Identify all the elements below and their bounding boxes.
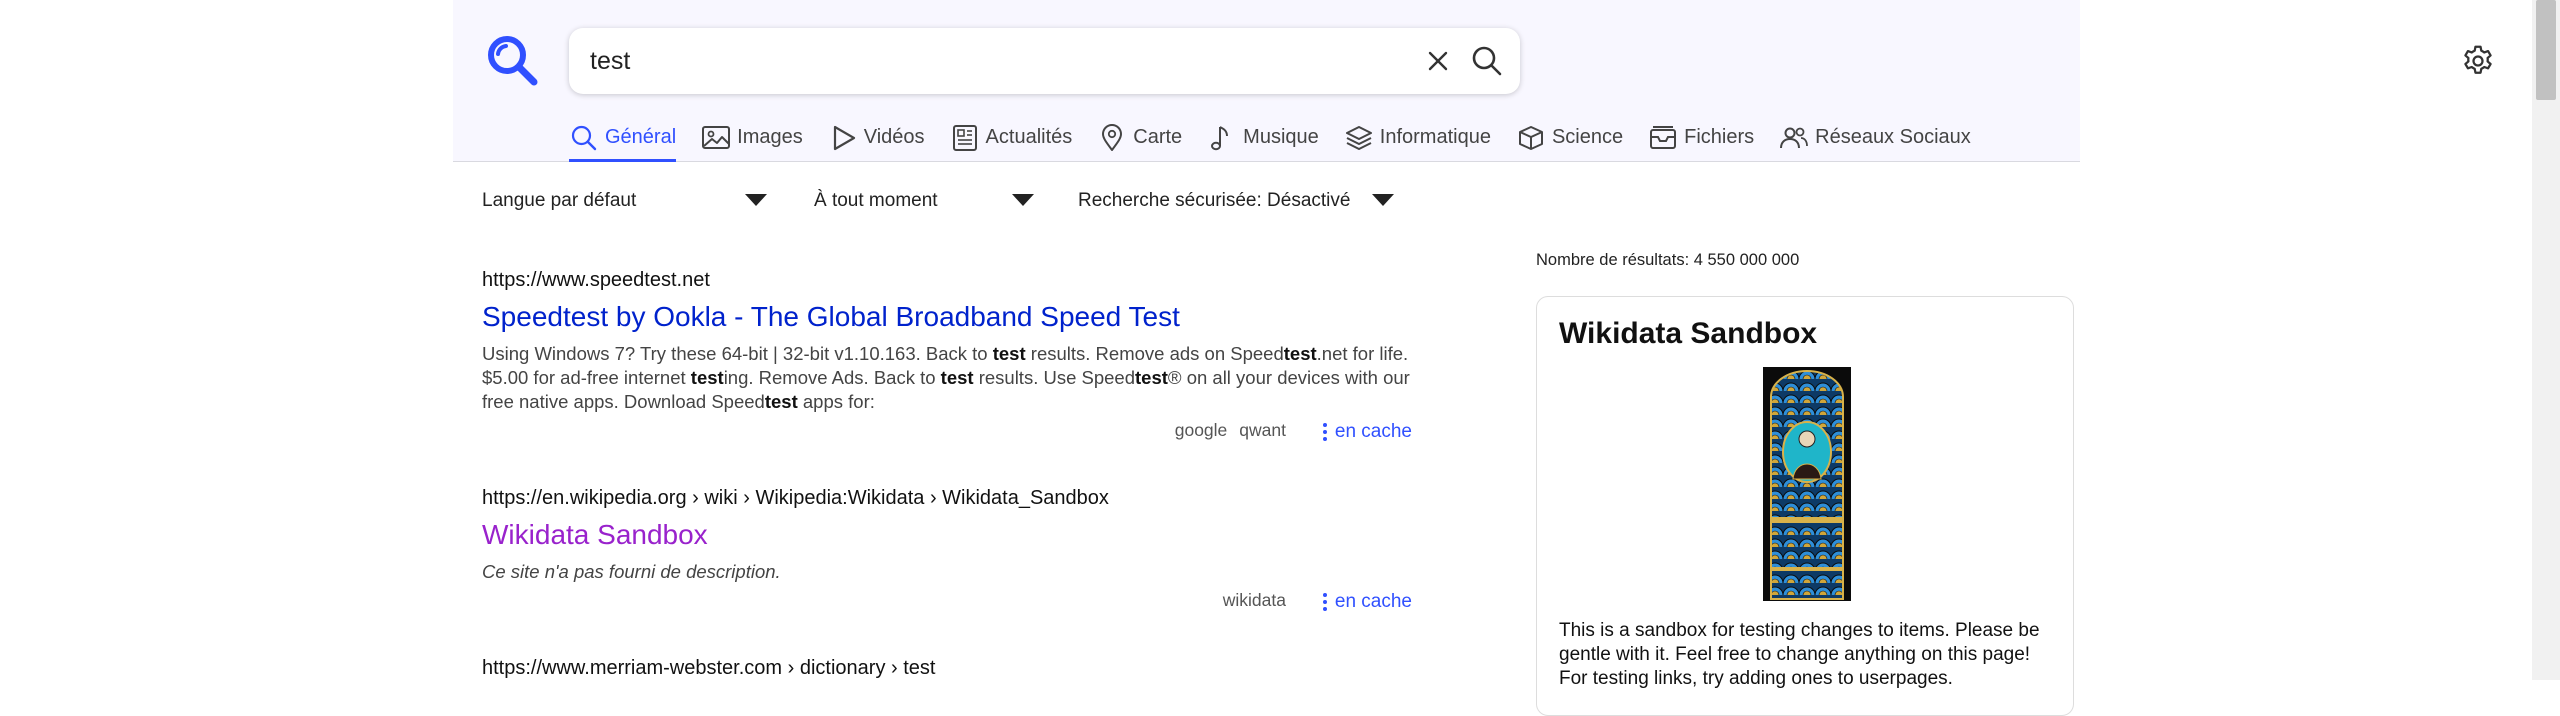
time-range-value: À tout moment	[814, 190, 938, 211]
safesearch-select[interactable]: Recherche sécurisée: Désactivé	[1078, 186, 1394, 216]
tab-music[interactable]: Musique	[1207, 120, 1319, 162]
result-url[interactable]: https://en.wikipedia.org › wiki › Wikipe…	[482, 486, 1412, 510]
tab-files[interactable]: Fichiers	[1648, 120, 1754, 162]
result-snippet: Ce site n'a pas fourni de description.	[482, 561, 781, 582]
tab-science[interactable]: Science	[1516, 120, 1623, 162]
tab-images[interactable]: Images	[701, 120, 803, 162]
tab-label: Général	[605, 126, 677, 148]
play-icon	[833, 125, 855, 151]
result-url[interactable]: https://www.merriam-webster.com › dictio…	[482, 656, 1412, 680]
tab-news[interactable]: Actualités	[950, 120, 1073, 162]
tab-label: Fichiers	[1684, 126, 1755, 148]
tab-videos[interactable]: Vidéos	[828, 120, 925, 162]
result-engines: google qwant	[1163, 420, 1286, 441]
tab-label: Actualités	[985, 126, 1073, 148]
search-icon	[571, 125, 597, 151]
result-snippet: Using Windows 7? Try these 64-bit | 32-b…	[482, 343, 1410, 412]
search-icon[interactable]	[1470, 44, 1504, 78]
result-title[interactable]: Wikidata Sandbox	[482, 518, 1412, 552]
scrollbar-thumb[interactable]	[2536, 0, 2556, 100]
tab-label: Musique	[1243, 126, 1319, 148]
more-icon	[1322, 590, 1327, 614]
map-pin-icon	[1102, 124, 1123, 151]
infobox-description: This is a sandbox for testing changes to…	[1559, 620, 2040, 689]
chevron-down-icon	[745, 194, 767, 206]
cube-icon	[1518, 126, 1543, 150]
cache-link[interactable]: en cache	[1322, 590, 1412, 614]
tab-it[interactable]: Informatique	[1344, 120, 1491, 162]
infobox-title: Wikidata Sandbox	[1559, 317, 1818, 350]
cache-label: en cache	[1334, 421, 1412, 443]
result-url[interactable]: https://www.speedtest.net	[482, 268, 1412, 292]
tab-label: Carte	[1133, 126, 1183, 148]
music-icon	[1211, 126, 1229, 151]
chevron-down-icon	[1012, 194, 1034, 206]
result-count: Nombre de résultats: 4 550 000 000	[1536, 251, 1800, 269]
search-input[interactable]	[590, 28, 1370, 94]
result-engines: wikidata	[1211, 590, 1286, 611]
language-select[interactable]: Langue par défaut	[482, 186, 767, 216]
category-tabs: Général Images Vidéos Actualités Carte M…	[569, 120, 1996, 162]
result-footer: wikidata en cache	[482, 590, 1412, 616]
tab-label: Réseaux Sociaux	[1815, 126, 1971, 148]
result-item: https://en.wikipedia.org › wiki › Wikipe…	[482, 486, 1412, 616]
engine-name: qwant	[1239, 420, 1286, 440]
tab-label: Images	[737, 126, 803, 148]
scrollbar[interactable]	[2532, 0, 2560, 680]
engine-name: wikidata	[1222, 590, 1286, 610]
more-icon	[1322, 420, 1327, 444]
engine-name: google	[1174, 420, 1228, 440]
result-footer: google qwant en cache	[482, 420, 1412, 446]
tab-label: Informatique	[1379, 126, 1491, 148]
search-box	[569, 28, 1520, 94]
infobox: Wikidata Sandbox This is a sandbox for t…	[1536, 296, 2074, 716]
tab-social[interactable]: Réseaux Sociaux	[1779, 120, 1971, 162]
archive-icon	[1650, 126, 1677, 149]
result-item: https://www.merriam-webster.com › dictio…	[482, 656, 1412, 680]
cache-link[interactable]: en cache	[1322, 420, 1412, 444]
result-title[interactable]: Speedtest by Ookla - The Global Broadban…	[482, 300, 1412, 334]
result-item: https://www.speedtest.net Speedtest by O…	[482, 268, 1412, 446]
safesearch-value: Recherche sécurisée: Désactivé	[1078, 190, 1351, 211]
tab-general[interactable]: Général	[569, 120, 677, 162]
cache-label: en cache	[1334, 591, 1412, 613]
layers-icon	[1345, 126, 1372, 150]
searxng-logo[interactable]	[484, 32, 540, 88]
search-filters: Langue par défaut À tout moment Recherch…	[482, 186, 1402, 216]
stained-glass-image[interactable]	[1763, 367, 1851, 601]
clear-icon[interactable]	[1424, 47, 1452, 75]
language-select-value: Langue par défaut	[482, 190, 637, 211]
time-range-select[interactable]: À tout moment	[814, 186, 1034, 216]
gear-icon[interactable]	[2460, 43, 2496, 79]
people-icon	[1780, 127, 1809, 149]
image-icon	[702, 126, 731, 149]
chevron-down-icon	[1372, 194, 1394, 206]
newspaper-icon	[952, 125, 977, 151]
tab-label: Science	[1551, 126, 1624, 148]
tab-label: Vidéos	[863, 126, 925, 148]
tab-map[interactable]: Carte	[1097, 120, 1182, 162]
